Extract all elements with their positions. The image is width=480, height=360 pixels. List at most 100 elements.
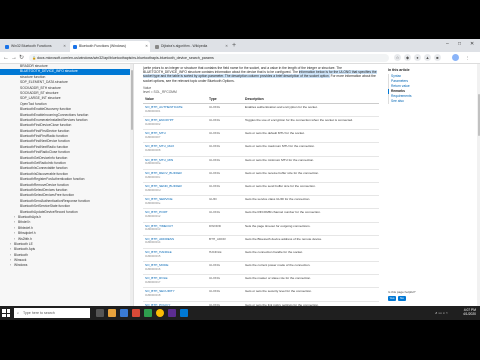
outline-link[interactable]: See also (388, 99, 480, 104)
favicon-icon (5, 44, 9, 49)
option-description: Sets the page timeout for outgoing conne… (243, 222, 379, 236)
taskbar: ⌕ Type here to search ∧ ▭ ◖ ⌁ 4:07 PM 4/… (0, 306, 480, 320)
option-name-cell: SO_BTH_TIMEOUT 0x80000013 (143, 222, 207, 236)
sidebar-item-label: BluetoothIsConnectable function (20, 166, 68, 171)
sidebar-item-label: BRADDR structure (20, 64, 48, 68)
forward-icon[interactable]: → (11, 54, 17, 62)
table-row: SO_BTH_MTU 0x80000007 ULONG Gets or sets th… (143, 129, 379, 144)
new-tab-button[interactable]: + (232, 42, 236, 50)
maximize-button[interactable]: □ (458, 41, 461, 47)
feedback-label: Is this page helpful? (388, 290, 416, 294)
app-icon[interactable] (144, 309, 152, 317)
extension-icon[interactable]: ● (414, 54, 421, 61)
outline-title: In this article (388, 68, 410, 72)
feedback-no-button[interactable]: No (398, 296, 406, 301)
option-description: Gets or sets the security level for the … (243, 287, 379, 302)
option-value: 0x80000014 (145, 240, 161, 245)
column-header: Description (243, 95, 379, 104)
sidebar-item-label: BluetoothSendAuthenticationResponse func… (20, 198, 90, 203)
close-tab-icon[interactable]: ✕ (225, 44, 228, 48)
table-row: SO_BTH_SECURITY 0x80000018 ULONG Gets or se… (143, 287, 379, 302)
option-type: ULONG (207, 182, 243, 197)
task-view-icon[interactable] (96, 309, 104, 317)
visual-studio-icon[interactable] (168, 309, 176, 317)
sidebar-item-label: BluetoothSelectDevicesFree function (20, 193, 75, 198)
star-icon[interactable]: ☆ (394, 54, 401, 61)
feedback-buttons: Yes No (388, 296, 408, 301)
option-description: Gets the current power mode of the conne… (243, 261, 379, 276)
sidebar-item-label: OpenTool function (20, 101, 47, 106)
sidebar-item[interactable]: › Windows (0, 263, 133, 268)
app-icon[interactable] (132, 309, 140, 317)
option-description: Gets the service class GUID for the conn… (243, 195, 379, 210)
tab-dijkstra-wikipedia[interactable]: Dijkstra's algorithm - Wikipedia ✕ (152, 41, 230, 52)
table-row: SO_BTH_MODE 0x80000016 ULONG Gets the curre… (143, 261, 379, 276)
option-type: ULONG (207, 156, 243, 170)
extension-icon[interactable]: ■ (434, 54, 441, 61)
sidebar-item-label: Ws2bth.h (18, 236, 32, 241)
option-type: ULONG (207, 169, 243, 183)
app-icon[interactable] (180, 309, 188, 317)
address-bar[interactable]: 🔒 docs.microsoft.com/en-us/windows/win32… (29, 54, 389, 62)
back-icon[interactable]: ← (3, 54, 9, 62)
system-tray-icons[interactable]: ∧ ▭ ◖ ⌁ (435, 311, 448, 315)
sidebar-item-label: BluetoothSetServiceState function (20, 204, 71, 209)
outline-links: Syntax Parameters Return value Remarks Requi… (388, 74, 480, 104)
option-type: ULONG (207, 142, 243, 157)
table-row: SO_BTH_AUTHENTICATE 0x80000001 ULONG Enable… (143, 103, 379, 118)
close-window-button[interactable]: ✕ (470, 41, 474, 47)
sidebar-scroll-thumb[interactable] (130, 70, 133, 130)
close-tab-icon[interactable]: ✕ (145, 44, 148, 48)
windows-start-icon[interactable] (2, 309, 10, 317)
minimize-button[interactable]: – (446, 41, 449, 47)
clock[interactable]: 4:07 PM 4/1/2020 (463, 308, 476, 317)
sidebar-item-label: BluetoothRemoveDevice function (20, 182, 69, 187)
option-description: Gets or sets the send buffer size for th… (243, 182, 379, 197)
sidebar-item-label: BluetoothFindNextRadio function (20, 144, 69, 149)
table-row: SO_BTH_ENCRYPT 0x00000002 ULONG Toggles the… (143, 116, 379, 131)
sidebar-scrollbar[interactable] (130, 64, 133, 320)
page-scroll-thumb[interactable] (477, 94, 480, 136)
taskbar-search-input[interactable]: ⌕ Type here to search (14, 308, 90, 318)
sidebar-item-label: BluetoothGetDeviceInfo function (20, 155, 68, 160)
sidebar-item-label: BluetoothEnumerateInstalledServices func… (20, 117, 88, 122)
option-name-cell: SO_BTH_ENCRYPT 0x00000002 (143, 116, 207, 131)
option-name-cell: SO_BTH_HANDLE 0x80000015 (143, 248, 207, 263)
sidebar-item-label: SOCKADDR_BTH structure (20, 85, 61, 90)
toc-list: BRADDR structure BLUETOOTH_DEVICE_INFO st… (0, 64, 133, 269)
tab-bluetooth-functions[interactable]: Bluetooth Functions (Windows) ✕ (70, 41, 150, 52)
option-description: Gets or sets the receive buffer size for… (243, 169, 379, 183)
extension-icon[interactable]: ◆ (404, 54, 411, 61)
sidebar-item-label: BluetoothFindFirstRadio function (20, 134, 68, 139)
toc-sidebar: BRADDR structure BLUETOOTH_DEVICE_INFO st… (0, 64, 134, 320)
search-icon: ⌕ (17, 310, 20, 315)
sidebar-item-label: BluetoothEnableDiscovery function (20, 107, 72, 112)
sidebar-item-label: BluetoothIsDiscoverable function (20, 171, 69, 176)
sidebar-item-label: SDP_ELEMENT_DATA structure (20, 80, 68, 85)
table-header-row: Value Type Description (143, 95, 379, 104)
option-type: ULONG (207, 261, 243, 276)
sidebar-item-label: BluetoothFindFirstDevice function (20, 128, 70, 133)
table-row: SO_BTH_MTU_MIN 0x8000000a ULONG Gets or set… (143, 156, 379, 170)
avatar[interactable] (452, 54, 459, 61)
tab-win32-bluetooth[interactable]: Win32 Bluetooth Functions ✕ (2, 41, 68, 52)
file-explorer-icon[interactable] (108, 309, 116, 317)
option-description: Gets the Bluetooth device address of the… (243, 235, 379, 249)
menu-icon[interactable]: ⋮ (464, 54, 471, 61)
option-type: HANDLE (207, 248, 243, 263)
favicon-icon (73, 44, 77, 49)
sidebar-item-label: Bthledef.h (18, 225, 33, 230)
option-description: Gets the connection handle for the socke… (243, 248, 379, 263)
option-name-cell: SO_BTH_MTU 0x80000007 (143, 129, 207, 144)
edge-icon[interactable] (120, 309, 128, 317)
option-description: Gets or sets the default MTU for the soc… (243, 129, 379, 144)
option-value: 0x8000000e (145, 200, 161, 205)
close-tab-icon[interactable]: ✕ (63, 44, 66, 48)
option-name-cell: SO_BTH_SERVICE 0x8000000e (143, 195, 207, 210)
extension-icon[interactable]: ▲ (424, 54, 431, 61)
chrome-icon[interactable] (156, 309, 164, 317)
reload-icon[interactable]: ↻ (19, 54, 24, 62)
option-description: Gets or sets the maximum MTU for the con… (243, 142, 379, 157)
feedback-yes-button[interactable]: Yes (388, 296, 396, 301)
column-header: Value (143, 95, 207, 104)
